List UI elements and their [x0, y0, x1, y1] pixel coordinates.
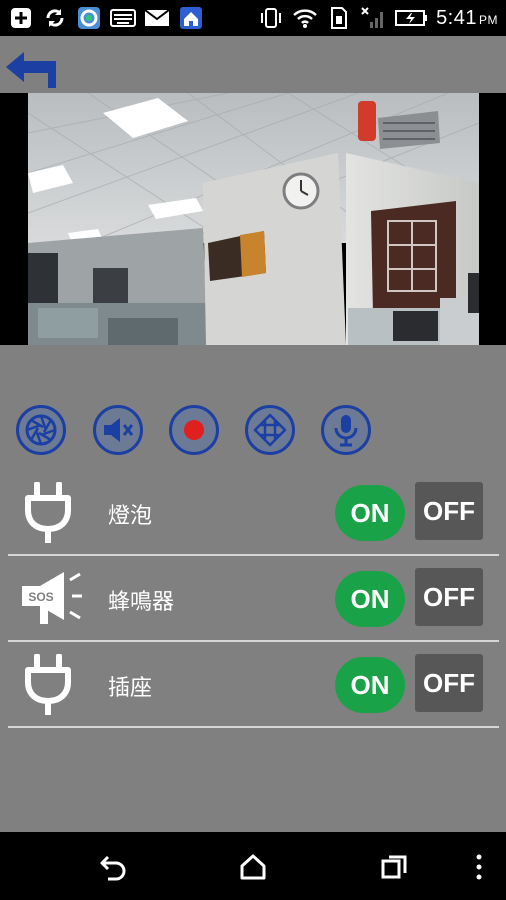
socket-on-button[interactable]: ON [335, 657, 405, 713]
microphone-button[interactable] [321, 405, 371, 455]
add-icon [8, 6, 34, 30]
light-on-button[interactable]: ON [335, 485, 405, 541]
record-icon [184, 420, 204, 440]
battery-charging-icon [394, 6, 428, 30]
device-row-buzzer: SOS 蜂鳴器 ON OFF [8, 558, 499, 642]
navigation-bar [0, 832, 506, 900]
app-screen: 燈泡 ON OFF SOS 蜂鳴器 ON OFF 插座 ON OFF [0, 36, 506, 832]
clock-ampm: PM [479, 12, 498, 27]
device-row-socket: 插座 ON OFF [8, 644, 499, 728]
menu-dots-button[interactable] [462, 850, 496, 884]
vibrate-icon [258, 6, 284, 30]
mute-button[interactable] [93, 405, 143, 455]
device-label: 插座 [108, 676, 153, 701]
microphone-icon [334, 415, 358, 447]
status-bar-right: 5:41 PM [258, 6, 498, 30]
office-scene-image [28, 93, 479, 345]
buzzer-off-button[interactable]: OFF [415, 568, 483, 626]
back-nav-icon [100, 855, 126, 881]
mail-icon [144, 6, 170, 30]
direction-pad-icon [253, 413, 287, 447]
sync-icon [42, 6, 68, 30]
camera-view[interactable] [0, 93, 506, 345]
camera-controls [16, 405, 376, 455]
socket-off-button[interactable]: OFF [415, 654, 483, 712]
app-circle-icon [76, 6, 102, 30]
device-row-light: 燈泡 ON OFF [8, 472, 499, 556]
home-nav-icon [240, 854, 266, 880]
buzzer-on-button[interactable]: ON [335, 571, 405, 627]
aperture-icon [25, 414, 57, 446]
snapshot-button[interactable] [16, 405, 66, 455]
back-button[interactable] [2, 48, 58, 90]
sim-icon [326, 6, 352, 30]
menu-dots-icon [476, 854, 482, 880]
recents-nav-button[interactable] [377, 850, 411, 884]
sos-text: SOS [28, 590, 53, 604]
record-button[interactable] [169, 405, 219, 455]
light-off-button[interactable]: OFF [415, 482, 483, 540]
keyboard-icon [110, 6, 136, 30]
home-app-icon [178, 6, 204, 30]
clock-time: 5:41 [436, 6, 477, 29]
status-bar-left [8, 6, 204, 30]
speaker-mute-icon [104, 418, 134, 442]
ptz-button[interactable] [245, 405, 295, 455]
recents-nav-icon [381, 855, 407, 879]
no-signal-icon [360, 6, 386, 30]
back-nav-button[interactable] [96, 850, 130, 884]
sos-megaphone-icon: SOS [20, 566, 84, 630]
camera-feed [28, 93, 479, 345]
status-bar: 5:41 PM [0, 0, 506, 36]
wifi-icon [292, 6, 318, 30]
back-arrow-icon [6, 52, 56, 90]
device-label: 蜂鳴器 [108, 590, 175, 615]
home-nav-button[interactable] [236, 850, 270, 884]
plug-icon [22, 653, 74, 716]
device-label: 燈泡 [108, 504, 153, 529]
plug-icon [22, 481, 74, 544]
clock: 5:41 PM [436, 7, 498, 30]
